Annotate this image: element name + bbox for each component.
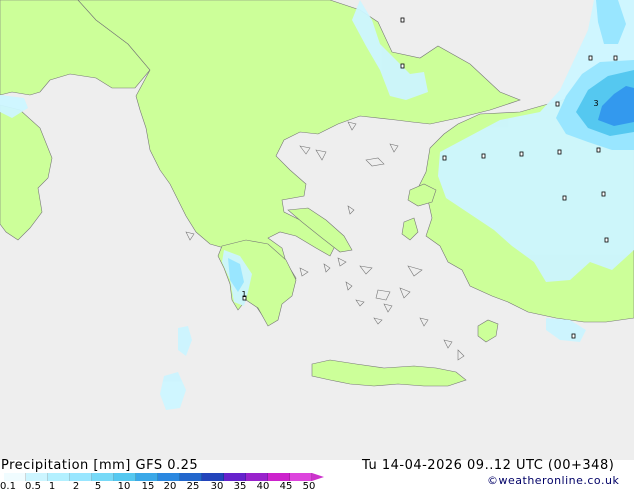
legend-tick: 1: [48, 481, 56, 492]
legend-tick: 20: [163, 481, 177, 492]
chart-title: Precipitation [mm] GFS 0.25: [1, 458, 199, 473]
legend-tick: 30: [210, 481, 224, 492]
legend-tick: 15: [141, 481, 155, 492]
legend-swatch: [26, 473, 48, 481]
legend-swatch: [246, 473, 268, 481]
legend-swatch: [158, 473, 180, 481]
legend-swatch: [290, 473, 312, 481]
legend-swatch: [48, 473, 70, 481]
legend-swatch: [268, 473, 290, 481]
legend-swatch: [70, 473, 92, 481]
legend-tick: 0.5: [25, 481, 41, 492]
legend-tick: 2: [72, 481, 80, 492]
legend-tick: 0.1: [0, 481, 16, 492]
legend-swatch: [202, 473, 224, 481]
precipitation-legend: [4, 473, 324, 481]
legend-tick: 5: [94, 481, 102, 492]
legend-swatch: [136, 473, 158, 481]
legend-tick: 50: [302, 481, 316, 492]
legend-swatch: [92, 473, 114, 481]
legend-swatch: [4, 473, 26, 481]
credit-link[interactable]: ©weatheronline.co.uk: [487, 474, 619, 487]
legend-swatch: [224, 473, 246, 481]
forecast-datetime: Tu 14-04-2026 09..12 UTC (00+348): [362, 458, 615, 473]
legend-tick: 45: [279, 481, 293, 492]
legend-tick: 10: [117, 481, 131, 492]
legend-tick: 25: [186, 481, 200, 492]
precip-value-label: 1: [241, 290, 246, 299]
legend-tick: 35: [233, 481, 247, 492]
precipitation-map: 1 3: [0, 0, 634, 460]
precip-value-label: 3: [593, 99, 598, 108]
legend-swatch: [180, 473, 202, 481]
legend-arrow-icon: [312, 473, 324, 481]
legend-swatch: [114, 473, 136, 481]
legend-tick: 40: [256, 481, 270, 492]
